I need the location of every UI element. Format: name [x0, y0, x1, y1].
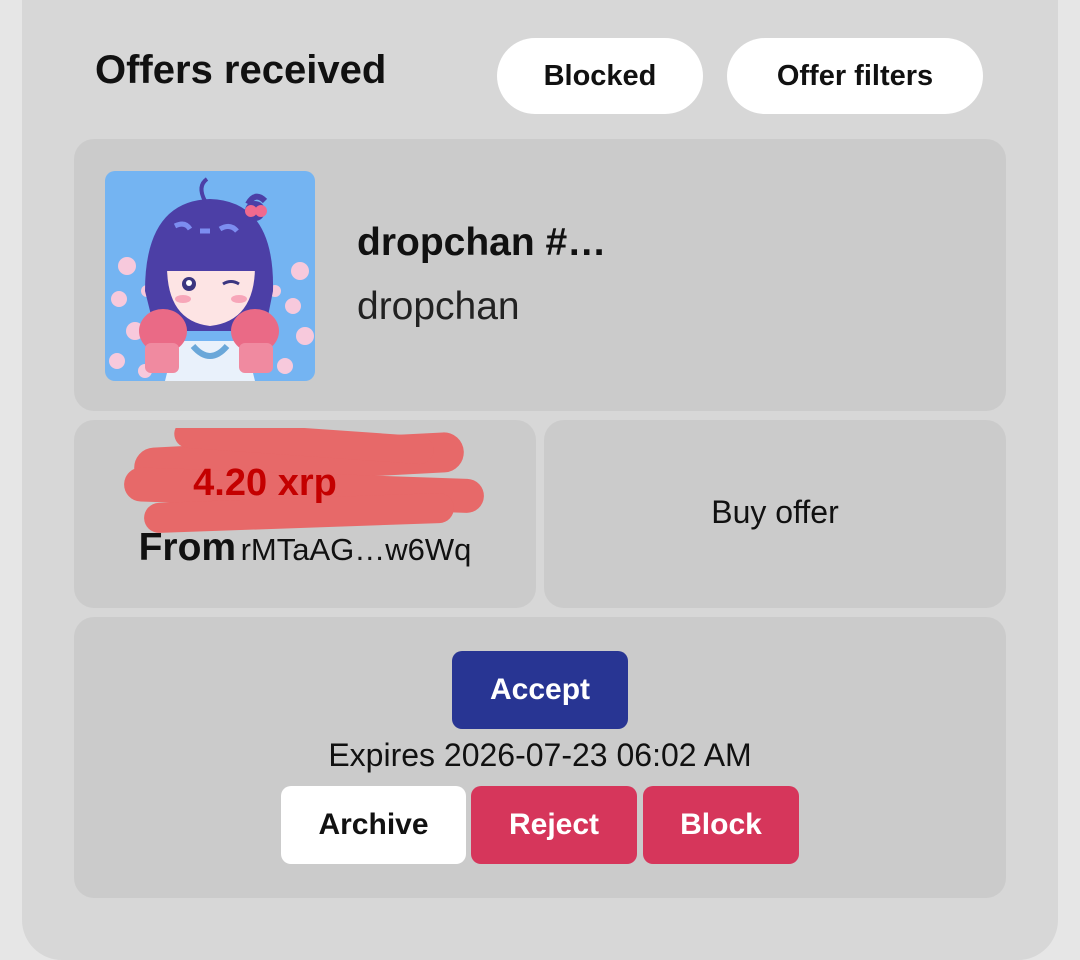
nft-thumbnail[interactable]	[105, 171, 315, 381]
page-title: Offers received	[95, 48, 387, 92]
collection-name: dropchan	[357, 285, 520, 328]
price-card: 4.20 xrp From rMTaAG…w6Wq	[74, 420, 536, 608]
offers-header: Offers received Blocked Offer filters	[95, 38, 995, 114]
nft-card[interactable]: dropchan #… dropchan	[74, 139, 1006, 411]
archive-button[interactable]: Archive	[281, 786, 466, 864]
accept-button[interactable]: Accept	[452, 651, 628, 729]
blocked-button[interactable]: Blocked	[497, 38, 703, 114]
from-label: From	[138, 526, 237, 569]
anime-girl-avatar-image	[105, 171, 315, 381]
nft-name: dropchan #…	[357, 221, 607, 264]
expiry-text: Expires 2026-07-23 06:02 AM	[328, 737, 752, 773]
from-address[interactable]: rMTaAG…w6Wq	[241, 532, 472, 567]
offer-type: Buy offer	[711, 494, 839, 530]
offer-amount: 4.20 xrp	[193, 462, 337, 504]
offer-filters-button[interactable]: Offer filters	[727, 38, 983, 114]
offer-actions-card: Accept Expires 2026-07-23 06:02 AM Archi…	[74, 617, 1006, 898]
block-button[interactable]: Block	[643, 786, 799, 864]
offer-type-card: Buy offer	[544, 420, 1006, 608]
reject-button[interactable]: Reject	[471, 786, 637, 864]
offer-from: From rMTaAG…w6Wq	[74, 526, 536, 570]
